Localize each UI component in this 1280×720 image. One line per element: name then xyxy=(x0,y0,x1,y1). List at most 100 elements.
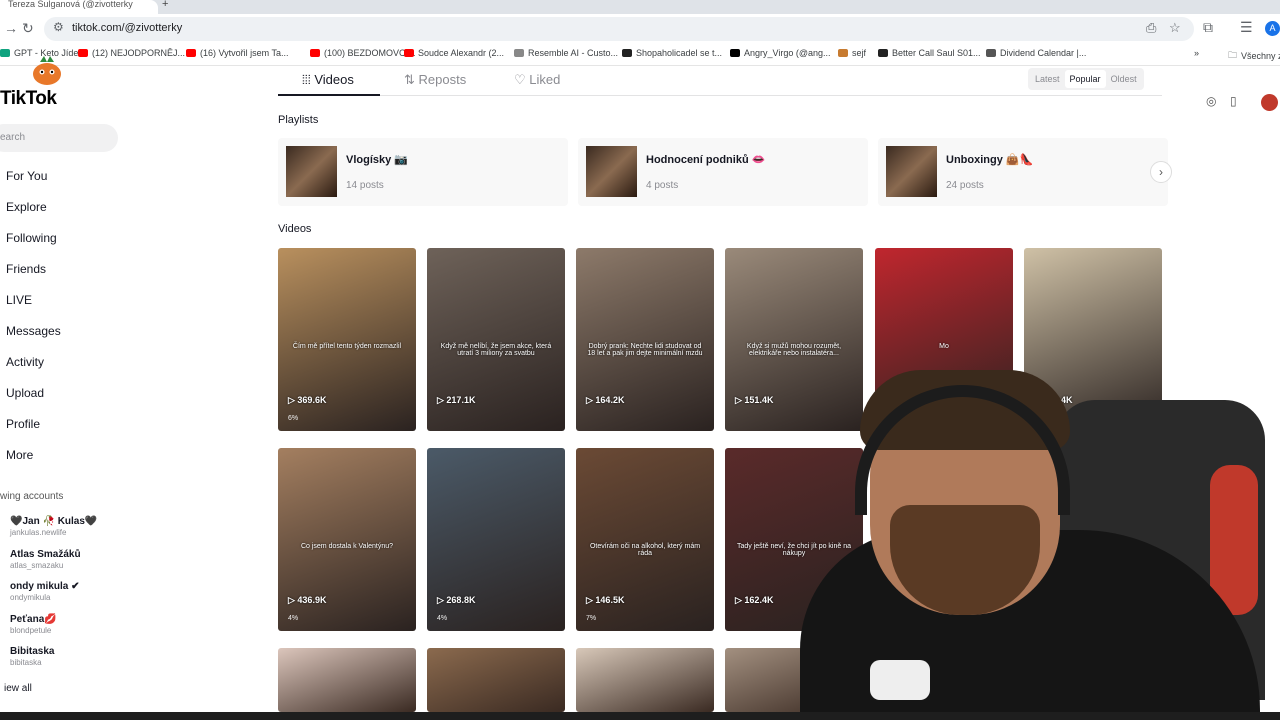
bookmark-item[interactable]: Angry_Virgo (@ang... xyxy=(730,48,831,58)
repost-icon: ⇅ xyxy=(404,72,419,87)
tab-reposts[interactable]: ⇅ Reposts xyxy=(404,72,466,88)
bookmark-star-icon[interactable]: ☆ xyxy=(1169,20,1181,36)
followed-account[interactable]: ondy mikula ✔ ondymikula xyxy=(10,581,80,602)
playlist-thumbnail xyxy=(586,146,637,197)
sidebar-item-explore[interactable]: Explore xyxy=(6,200,47,214)
bookmark-item[interactable]: sejf xyxy=(838,48,866,58)
install-icon[interactable]: ⎙ xyxy=(1146,20,1156,36)
followed-account[interactable]: Bibitaska bibitaska xyxy=(10,646,54,667)
bookmark-item[interactable]: (100) BEZDOMOVCI... xyxy=(310,48,416,58)
account-handle: blondpetule xyxy=(10,625,52,635)
video-views: ▷ 164.2K xyxy=(586,395,625,405)
profile-avatar[interactable]: A xyxy=(1265,21,1280,36)
playlists-title: Playlists xyxy=(278,114,319,126)
video-card[interactable] xyxy=(576,648,714,712)
bookmark-item[interactable]: (16) Vytvořil jsem Ta... xyxy=(186,48,289,58)
address-bar[interactable]: ⚙ tiktok.com/@zivotterky ⎙ ☆ xyxy=(44,17,1194,41)
followed-account[interactable]: 🖤Jan 🥀 Kulas🖤 jankulas.newlife xyxy=(10,516,97,537)
see-all-link[interactable]: iew all xyxy=(4,683,32,694)
browser-tab[interactable]: Tereza Sulganová (@zivotterky xyxy=(0,0,158,14)
sidebar-item-upload[interactable]: Upload xyxy=(6,386,44,400)
taskbar xyxy=(0,712,1280,720)
user-avatar[interactable] xyxy=(1261,94,1278,111)
sidebar-item-more[interactable]: More xyxy=(6,448,33,462)
video-views: ▷ 151.4K xyxy=(735,395,774,405)
extensions-icon[interactable]: ⧉ xyxy=(1203,19,1213,36)
bookmark-item[interactable]: Dividend Calendar |... xyxy=(986,48,1086,58)
video-card[interactable]: ▷ 268.8K 4% xyxy=(427,448,565,631)
video-progress: 4% xyxy=(437,615,448,622)
video-views: ▷ 146.5K xyxy=(586,595,625,605)
all-bookmarks-folder[interactable]: 🗀 Všechny z xyxy=(1228,48,1280,64)
sort-latest[interactable]: Latest xyxy=(1030,70,1065,88)
bookmark-item[interactable]: Better Call Saul S01... xyxy=(878,48,981,58)
favicon-icon xyxy=(186,49,196,57)
search-input[interactable]: earch xyxy=(0,124,118,152)
bookmark-item[interactable]: Resemble AI - Custo... xyxy=(514,48,618,58)
sort-popular[interactable]: Popular xyxy=(1064,70,1106,88)
sidebar-item-for-you[interactable]: For You xyxy=(6,169,47,183)
new-tab-button[interactable]: + xyxy=(162,0,168,10)
playlist-card[interactable]: Vlogísky 📷 14 posts xyxy=(278,138,568,206)
sidebar-item-following[interactable]: Following xyxy=(6,231,57,245)
bookmark-item[interactable]: Soudce Alexandr (2... xyxy=(404,48,504,58)
playlist-count: 4 posts xyxy=(646,180,679,191)
tiktok-logo[interactable]: TikTok xyxy=(0,88,57,110)
favicon-icon xyxy=(78,49,88,57)
video-caption: Otevírám oči na alkohol, který mám ráda xyxy=(589,543,701,557)
sidebar-item-profile[interactable]: Profile xyxy=(6,417,40,431)
sidebar-item-live[interactable]: LIVE xyxy=(6,293,32,307)
playlists-next-button[interactable]: › xyxy=(1150,161,1172,183)
account-name: Peťana💋 xyxy=(10,613,57,625)
sidebar-item-friends[interactable]: Friends xyxy=(6,262,46,276)
bookmark-item[interactable]: (12) NEJODPORNĚJ... xyxy=(78,48,185,58)
video-caption: Když mě nelíbí, že jsem akce, která utra… xyxy=(440,343,552,357)
sidebar-item-activity[interactable]: Activity xyxy=(6,355,44,369)
tab-videos[interactable]: ⦙⦙⦙ Videos xyxy=(302,72,354,88)
bookmarks-overflow[interactable]: » xyxy=(1194,48,1199,58)
forward-icon[interactable]: → xyxy=(4,20,18,36)
favicon-icon xyxy=(514,49,524,57)
video-card[interactable]: Otevírám oči na alkohol, který mám ráda ▷… xyxy=(576,448,714,631)
video-card[interactable]: Čím mě přítel tento týden rozmazlil ▷ 369… xyxy=(278,248,416,431)
active-tab-underline xyxy=(278,94,380,96)
grid-icon: ⦙⦙⦙ xyxy=(302,72,315,87)
play-icon: ▷ xyxy=(437,595,447,605)
play-icon: ▷ xyxy=(288,395,298,405)
playlist-card[interactable]: Unboxingy 👜👠 24 posts xyxy=(878,138,1168,206)
favicon-icon xyxy=(986,49,996,57)
video-card[interactable]: Když mě nelíbí, že jsem akce, která utra… xyxy=(427,248,565,431)
gauge-icon[interactable]: ◎ xyxy=(1206,94,1216,108)
play-icon: ▷ xyxy=(735,595,745,605)
playlist-thumbnail xyxy=(286,146,337,197)
video-caption: Dobrý prank: Nechte lidi studovat od 18 … xyxy=(587,343,703,357)
tab-strip: Tereza Sulganová (@zivotterky + xyxy=(0,0,1280,14)
tab-liked[interactable]: ♡ Liked xyxy=(514,72,560,88)
play-icon: ▷ xyxy=(288,595,298,605)
video-views: ▷ 268.8K xyxy=(437,595,476,605)
phone-icon[interactable]: ▯ xyxy=(1230,94,1237,108)
video-caption: Co jsem dostala k Valentýnu? xyxy=(300,543,394,550)
followed-account[interactable]: Atlas Smažáků atlas_smazaku xyxy=(10,549,81,570)
account-name: Atlas Smažáků xyxy=(10,548,81,560)
video-views: ▷ 369.6K xyxy=(288,395,327,405)
sort-oldest[interactable]: Oldest xyxy=(1106,70,1142,88)
reload-icon[interactable]: ↻ xyxy=(22,20,34,37)
video-progress: 7% xyxy=(586,615,597,622)
tab-search-icon[interactable]: ☰ xyxy=(1240,19,1253,36)
favicon-icon xyxy=(622,49,632,57)
video-card[interactable] xyxy=(278,648,416,712)
video-card[interactable]: Co jsem dostala k Valentýnu? ▷ 436.9K 4% xyxy=(278,448,416,631)
bookmarks-bar: » 🗀 Všechny z GPT - Keto Jíde... (12) NEJO… xyxy=(0,42,1280,66)
account-handle: bibitaska xyxy=(10,658,42,667)
bookmark-item[interactable]: Shopaholicadel se t... xyxy=(622,48,722,58)
site-info-icon[interactable]: ⚙ xyxy=(53,20,64,34)
chevron-right-icon: › xyxy=(1159,165,1163,179)
playlist-thumbnail xyxy=(886,146,937,197)
url-text: tiktok.com/@zivotterky xyxy=(72,22,183,34)
sidebar-item-messages[interactable]: Messages xyxy=(6,324,61,338)
video-card[interactable] xyxy=(427,648,565,712)
followed-account[interactable]: Peťana💋 blondpetule xyxy=(10,614,57,635)
playlist-card[interactable]: Hodnocení podniků 👄 4 posts xyxy=(578,138,868,206)
video-card[interactable]: Dobrý prank: Nechte lidi studovat od 18 … xyxy=(576,248,714,431)
